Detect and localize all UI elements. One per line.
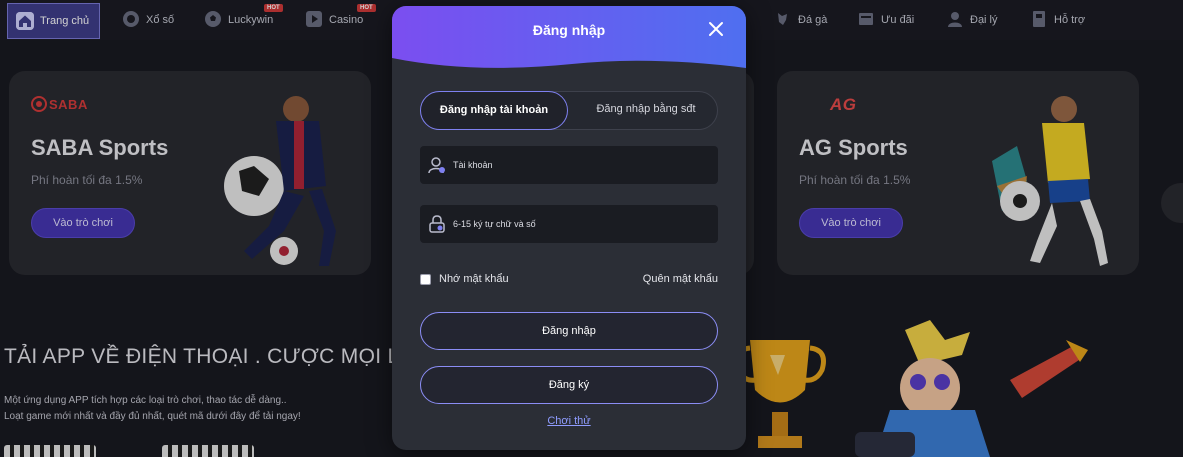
user-icon: [428, 157, 445, 174]
login-method-tabs: Đăng nhập tài khoản Đăng nhập bằng sđt: [420, 91, 718, 130]
remember-password[interactable]: Nhớ mật khẩu: [420, 273, 509, 285]
username-input[interactable]: [453, 160, 703, 170]
login-button[interactable]: Đăng nhập: [420, 312, 718, 350]
forgot-password-link[interactable]: Quên mật khẩu: [618, 273, 718, 285]
username-field[interactable]: [420, 146, 718, 184]
try-play-link[interactable]: Chơi thử: [392, 415, 746, 427]
tab-phone-login[interactable]: Đăng nhập bằng sđt: [573, 91, 719, 130]
close-icon[interactable]: [707, 20, 725, 38]
password-input[interactable]: [453, 219, 703, 229]
register-button[interactable]: Đăng ký: [420, 366, 718, 404]
tab-account-login[interactable]: Đăng nhập tài khoản: [420, 91, 568, 130]
page: Trang chủ Xổ số Luckywin HOT Casino HOT …: [0, 0, 1183, 457]
login-modal: Đăng nhập Đăng nhập tài khoản Đăng nhập …: [392, 6, 746, 450]
modal-title: Đăng nhập: [532, 22, 606, 38]
modal-header-background: [392, 6, 746, 68]
remember-checkbox[interactable]: [420, 273, 431, 285]
lock-icon: [429, 215, 445, 233]
remember-label: Nhớ mật khẩu: [439, 273, 509, 285]
password-field[interactable]: [420, 205, 718, 243]
